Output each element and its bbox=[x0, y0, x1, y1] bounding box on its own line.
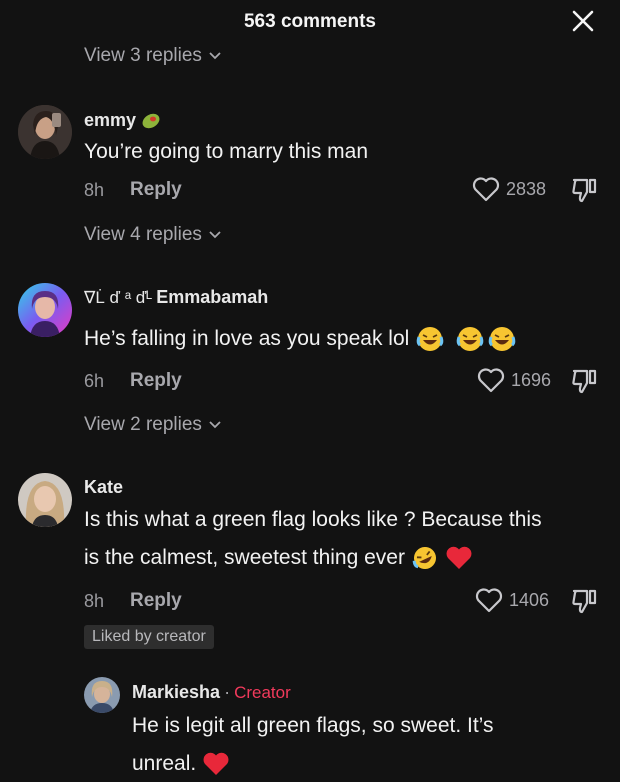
like-button[interactable]: 1406 bbox=[475, 587, 549, 613]
red-heart-emoji bbox=[446, 547, 472, 570]
comments-count-title: 563 comments bbox=[243, 11, 376, 32]
view-replies-button[interactable]: View 4 replies bbox=[84, 224, 222, 246]
like-count: 2838 bbox=[506, 178, 547, 199]
liked-by-creator-badge: Liked by creator bbox=[84, 625, 214, 649]
reply-button[interactable]: Reply bbox=[130, 179, 182, 201]
chevron-down-icon bbox=[209, 52, 221, 60]
reply-button[interactable]: Reply bbox=[130, 590, 182, 612]
view-replies-label: View 2 replies bbox=[84, 414, 202, 435]
avatar[interactable] bbox=[18, 105, 72, 159]
avatar[interactable] bbox=[18, 473, 72, 527]
like-button[interactable]: 1696 bbox=[477, 367, 551, 393]
view-replies-button[interactable]: View 3 replies bbox=[84, 45, 222, 67]
olive-emoji bbox=[142, 113, 160, 129]
comment-text: Is this what a green flag looks like ? B… bbox=[84, 501, 604, 577]
avatar[interactable] bbox=[18, 283, 72, 337]
comment-username[interactable]: Kate bbox=[84, 477, 123, 498]
close-icon[interactable] bbox=[572, 10, 594, 32]
laughing-emoji bbox=[416, 327, 444, 352]
heart-outline-icon bbox=[475, 588, 503, 613]
comment-time: 6h bbox=[84, 371, 105, 391]
reply-username[interactable]: Markiesha · Creator bbox=[132, 682, 291, 703]
thumbs-down-icon[interactable] bbox=[570, 367, 598, 395]
like-count: 1406 bbox=[509, 589, 550, 610]
username-prefix: ∇L̇ ď ᵃ ďᴸ bbox=[84, 287, 153, 307]
view-replies-label: View 4 replies bbox=[84, 224, 202, 245]
laughing-emoji bbox=[488, 327, 516, 352]
avatar-image bbox=[84, 677, 120, 713]
avatar-image bbox=[18, 473, 72, 527]
creator-tag: Creator bbox=[234, 682, 291, 702]
comment-text: He’s falling in love as you speak lol bbox=[84, 320, 604, 358]
comment-username[interactable]: emmy bbox=[84, 109, 162, 131]
thumbs-down-icon[interactable] bbox=[570, 176, 598, 204]
comment-text: You’re going to marry this man bbox=[84, 140, 369, 163]
chevron-down-icon bbox=[209, 231, 221, 239]
reply-button[interactable]: Reply bbox=[130, 370, 182, 392]
laughing-emoji bbox=[456, 327, 484, 352]
avatar[interactable] bbox=[84, 677, 120, 713]
red-heart-emoji bbox=[203, 753, 229, 776]
view-replies-label: View 3 replies bbox=[84, 45, 202, 66]
comment-time: 8h bbox=[84, 591, 105, 611]
like-count: 1696 bbox=[511, 369, 552, 390]
comment-username[interactable]: ∇L̇ ď ᵃ ďᴸ Emmabamah bbox=[84, 287, 268, 308]
comments-header: 563 comments bbox=[0, 0, 620, 44]
view-replies-button[interactable]: View 2 replies bbox=[84, 414, 222, 436]
rofl-emoji bbox=[412, 547, 436, 570]
reply-text: He is legit all green flags, so sweet. I… bbox=[132, 707, 602, 782]
separator-dot: · bbox=[224, 682, 231, 702]
comment-time: 8h bbox=[84, 180, 105, 200]
thumbs-down-icon[interactable] bbox=[570, 587, 598, 615]
avatar-image bbox=[18, 283, 72, 337]
avatar-image bbox=[18, 105, 72, 159]
heart-outline-icon bbox=[477, 368, 505, 393]
chevron-down-icon bbox=[209, 421, 221, 429]
heart-outline-icon bbox=[472, 177, 500, 202]
like-button[interactable]: 2838 bbox=[472, 176, 546, 202]
